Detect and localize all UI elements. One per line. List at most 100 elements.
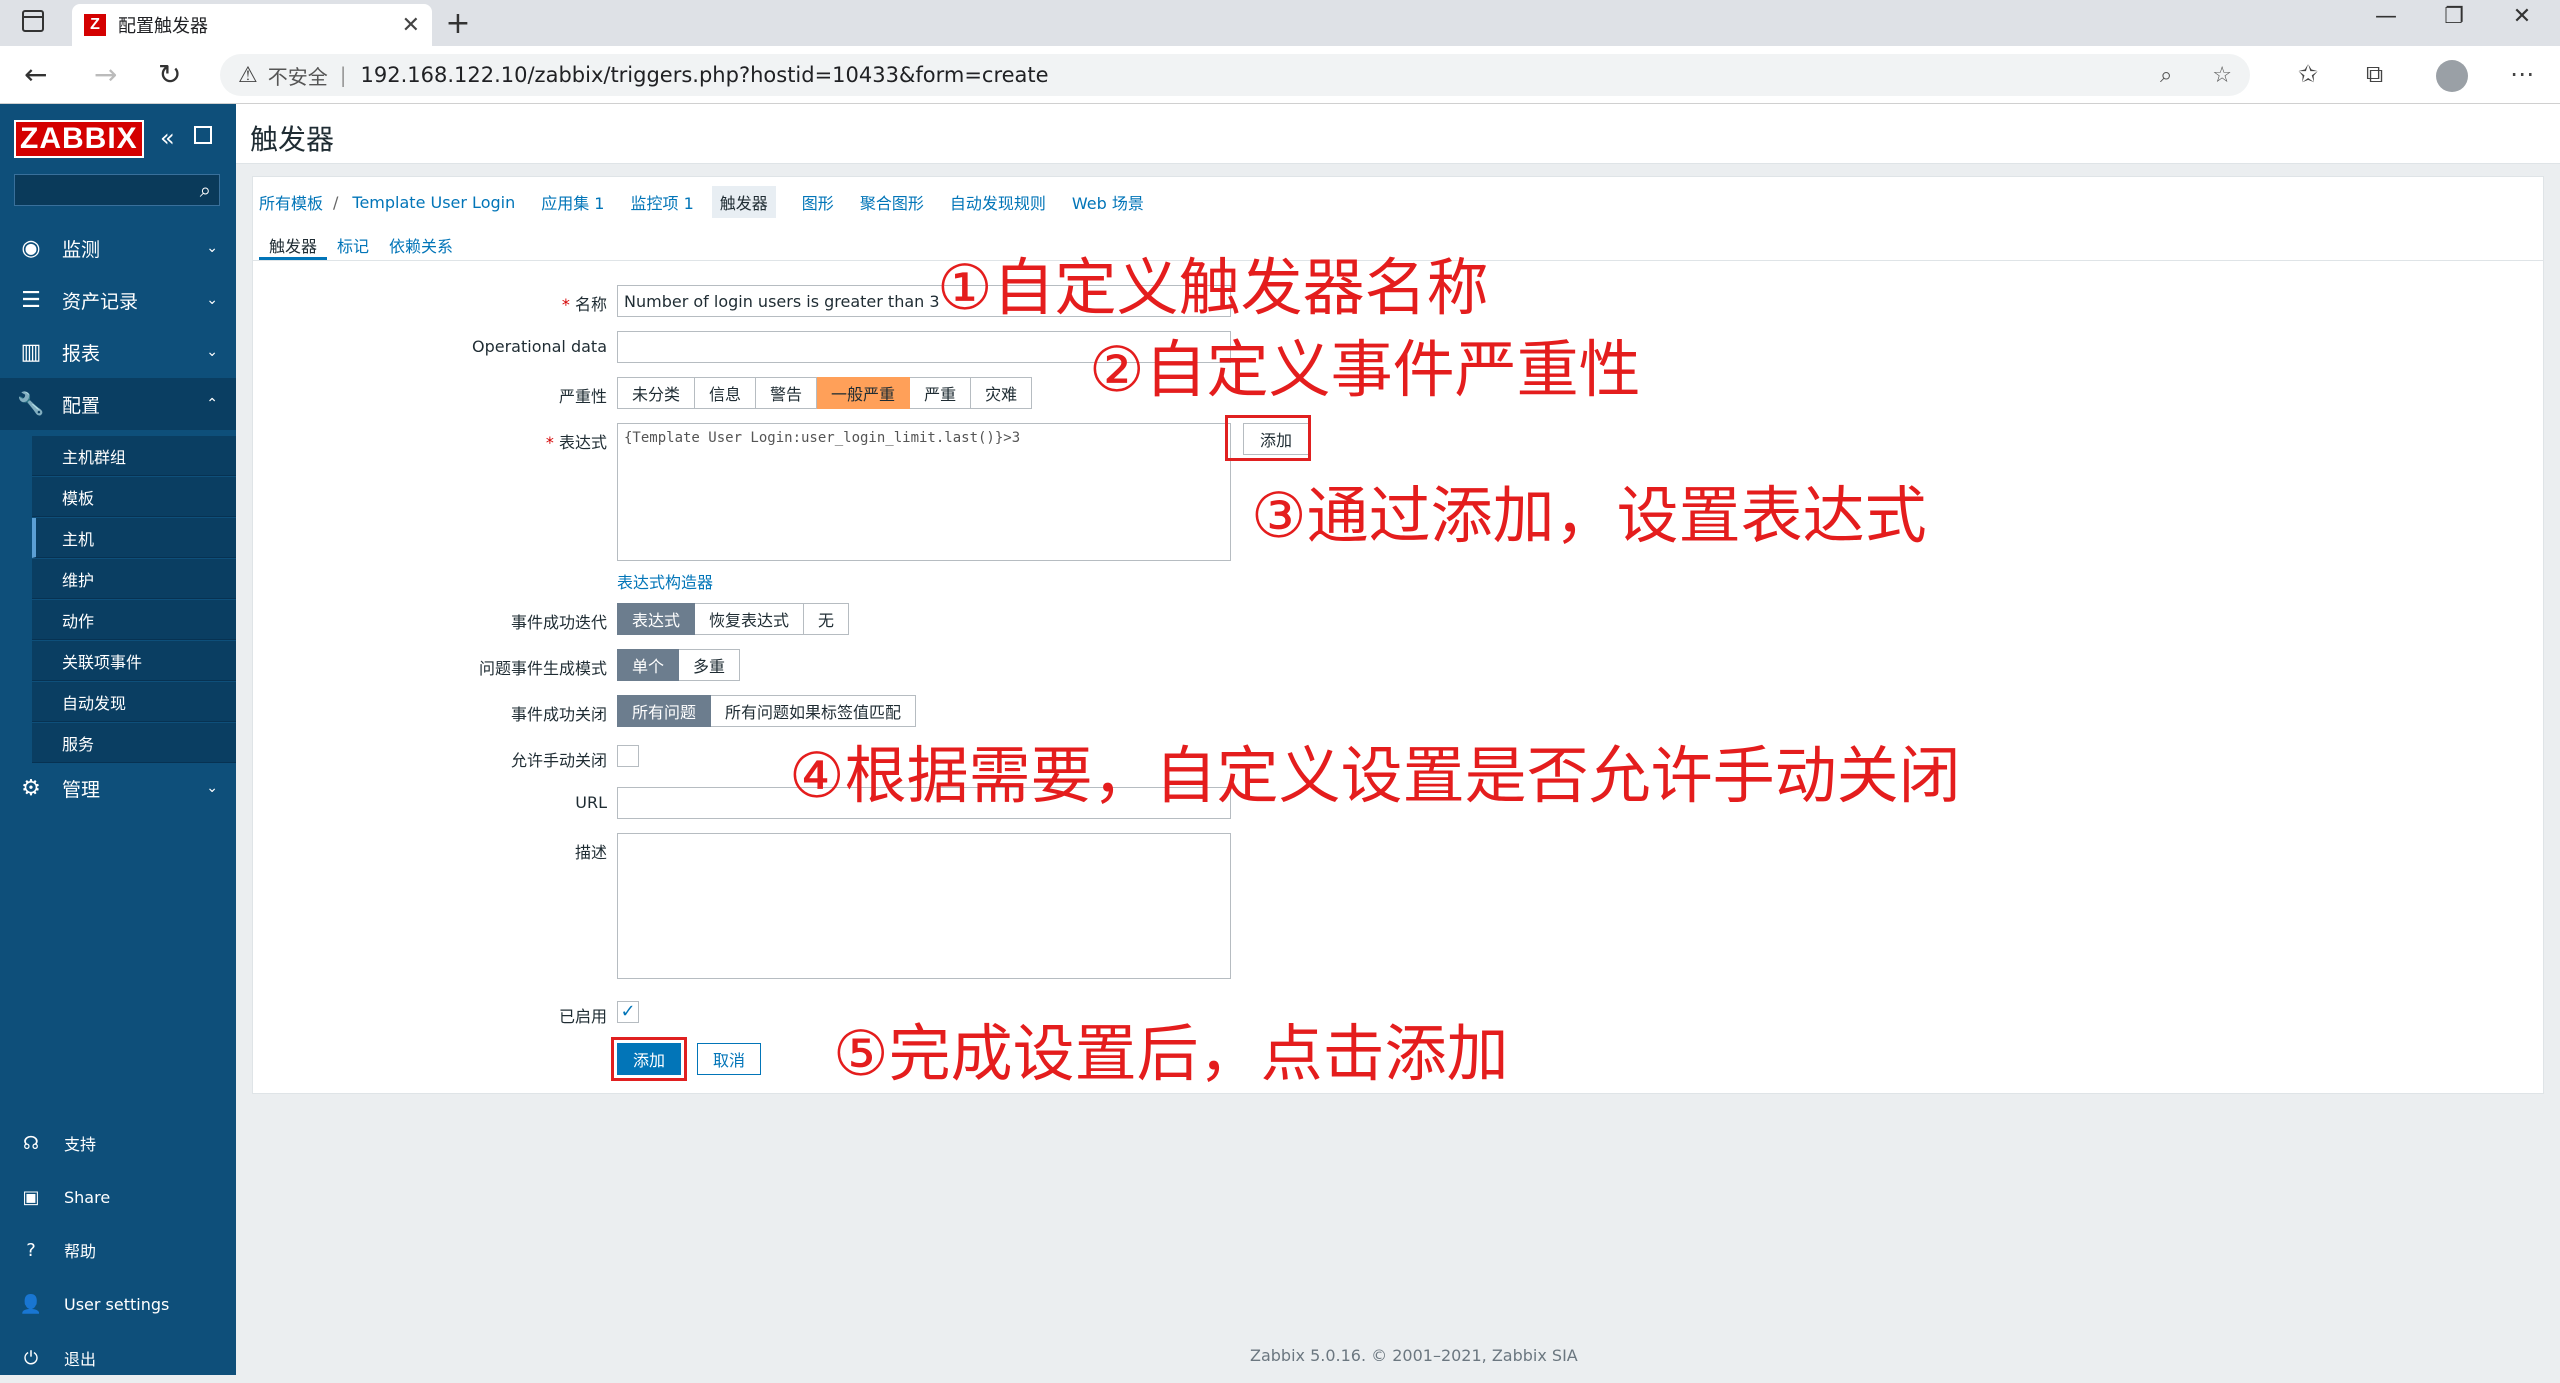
tab-dependencies[interactable]: 依赖关系 <box>379 225 463 260</box>
breadcrumb: 所有模板 / Template User Login 应用集 1 监控项 1 触… <box>259 186 1170 218</box>
window-close-icon[interactable]: ✕ <box>2492 4 2552 29</box>
problem-mode-label: 问题事件生成模式 <box>478 659 607 678</box>
expression-label: * 表达式 <box>545 433 607 452</box>
submenu-correlation[interactable]: 关联项事件 <box>32 641 236 681</box>
more-menu-icon[interactable]: ⋯ <box>2510 60 2534 88</box>
footer-user-settings[interactable]: 👤 User settings <box>0 1279 236 1329</box>
highlight-submit <box>611 1037 687 1081</box>
kiosk-mode-icon[interactable] <box>194 126 212 144</box>
chevron-down-icon: ⌄ <box>206 780 218 796</box>
cancel-button[interactable]: 取消 <box>697 1043 761 1075</box>
footer-label: 退出 <box>64 1350 97 1369</box>
enabled-checkbox[interactable]: ✓ <box>617 1001 639 1023</box>
breadcrumb-all-templates[interactable]: 所有模板 <box>259 190 323 214</box>
ok-gen-recovery-expression[interactable]: 恢复表达式 <box>695 603 805 635</box>
forward-icon[interactable]: → <box>94 58 117 91</box>
menu-inventory[interactable]: ☰ 资产记录 ⌄ <box>0 274 236 326</box>
profile-avatar[interactable] <box>2436 60 2468 92</box>
search-icon[interactable]: ⌕ <box>200 178 211 202</box>
chevron-down-icon: ⌄ <box>206 344 218 360</box>
ok-event-closes-label: 事件成功关闭 <box>510 705 607 724</box>
address-bar[interactable]: ⚠ 不安全 | 192.168.122.10/zabbix/triggers.p… <box>220 54 2250 96</box>
maximize-icon[interactable]: ❐ <box>2424 4 2484 29</box>
problem-mode-multiple[interactable]: 多重 <box>679 649 741 681</box>
description-textarea[interactable] <box>617 833 1231 979</box>
wrench-icon: 🔧 <box>17 391 45 417</box>
new-tab-icon[interactable]: + <box>440 6 476 41</box>
problem-mode-single[interactable]: 单个 <box>617 649 680 681</box>
url-text[interactable]: 192.168.122.10/zabbix/triggers.php?hosti… <box>360 63 2149 87</box>
menu-label: 管理 <box>62 778 101 801</box>
expression-builder-link[interactable]: 表达式构造器 <box>617 569 713 593</box>
footer-logout[interactable]: ⏻ 退出 <box>0 1333 236 1383</box>
zoom-icon[interactable]: ⌕ <box>2160 63 2172 88</box>
breadcrumb-graphs[interactable]: 图形 <box>802 190 834 214</box>
sidebar-search-input[interactable]: ⌕ <box>14 174 220 206</box>
zabbix-logo[interactable]: ZABBIX <box>14 120 144 158</box>
footer-label: User settings <box>64 1294 170 1314</box>
submenu-hosts[interactable]: 主机 <box>32 518 236 558</box>
footer-support[interactable]: ☊ 支持 <box>0 1118 236 1168</box>
favorites-icon[interactable]: ✩ <box>2298 60 2318 88</box>
breadcrumb-screens[interactable]: 聚合图形 <box>860 190 924 214</box>
collections-icon[interactable]: ⧉ <box>2366 60 2383 88</box>
breadcrumb-items[interactable]: 监控项 1 <box>631 190 694 214</box>
menu-label: 监测 <box>62 238 101 261</box>
tab-actions-icon[interactable] <box>22 10 44 32</box>
ok-event-closes-selector: 所有问题 所有问题如果标签值匹配 <box>617 695 917 727</box>
collapse-sidebar-icon[interactable]: « <box>160 124 175 152</box>
submenu-maintenance[interactable]: 维护 <box>32 559 236 599</box>
expression-textarea[interactable]: {Template User Login:user_login_limit.la… <box>617 423 1231 561</box>
menu-label: 资产记录 <box>62 290 139 313</box>
breadcrumb-discovery[interactable]: 自动发现规则 <box>950 190 1046 214</box>
breadcrumb-template[interactable]: Template User Login <box>352 193 515 212</box>
share-icon: ▣ <box>22 1186 40 1208</box>
eye-icon: ◉ <box>21 235 41 261</box>
severity-high[interactable]: 严重 <box>910 377 972 409</box>
footer-share[interactable]: ▣ Share <box>0 1172 236 1222</box>
menu-administration[interactable]: ⚙ 管理 ⌄ <box>0 762 236 814</box>
submenu-host-groups[interactable]: 主机群组 <box>32 436 236 476</box>
menu-monitoring[interactable]: ◉ 监测 ⌄ <box>0 222 236 274</box>
ok-gen-expression[interactable]: 表达式 <box>617 603 696 635</box>
manual-close-checkbox[interactable] <box>617 745 639 767</box>
menu-configuration[interactable]: 🔧 配置 ⌃ <box>0 378 236 430</box>
minimize-icon[interactable]: — <box>2356 4 2416 29</box>
submenu-services[interactable]: 服务 <box>32 723 236 763</box>
tab-trigger[interactable]: 触发器 <box>259 225 328 260</box>
name-label: * 名称 <box>561 295 607 314</box>
severity-disaster[interactable]: 灾难 <box>971 377 1033 409</box>
ok-gen-none[interactable]: 无 <box>804 603 850 635</box>
tab-close-icon[interactable]: ✕ <box>402 13 420 38</box>
severity-not-classified[interactable]: 未分类 <box>617 377 696 409</box>
breadcrumb-applications[interactable]: 应用集 1 <box>541 190 604 214</box>
footer-company-link[interactable]: Zabbix SIA <box>1492 1346 1578 1365</box>
user-icon: 👤 <box>19 1293 43 1315</box>
submenu-discovery[interactable]: 自动发现 <box>32 682 236 722</box>
tab-tags[interactable]: 标记 <box>327 225 379 260</box>
page-header: 触发器 <box>236 104 2560 164</box>
breadcrumb-web[interactable]: Web 场景 <box>1072 190 1144 214</box>
annotation-5: ⑤完成设置后，点击添加 <box>833 1017 1509 1090</box>
ok-close-all-problems[interactable]: 所有问题 <box>617 695 712 727</box>
browser-tab[interactable]: Z 配置触发器 ✕ <box>72 4 432 46</box>
submenu-templates[interactable]: 模板 <box>32 477 236 517</box>
footer-label: Share <box>64 1187 111 1207</box>
reload-icon[interactable]: ↻ <box>158 58 181 91</box>
operational-data-label: Operational data <box>472 337 607 356</box>
submenu-actions[interactable]: 动作 <box>32 600 236 640</box>
severity-average[interactable]: 一般严重 <box>817 377 911 409</box>
back-icon[interactable]: ← <box>24 58 47 91</box>
breadcrumb-separator: / <box>333 192 339 212</box>
footer-help[interactable]: ? 帮助 <box>0 1225 236 1275</box>
chevron-down-icon: ⌄ <box>206 240 218 256</box>
enabled-label: 已启用 <box>558 1007 607 1026</box>
breadcrumb-triggers[interactable]: 触发器 <box>711 186 776 218</box>
add-favorite-icon[interactable]: ☆ <box>2212 63 2232 88</box>
annotation-1: ①自定义触发器名称 <box>937 251 1489 324</box>
menu-reports[interactable]: ▥ 报表 ⌄ <box>0 326 236 378</box>
severity-information[interactable]: 信息 <box>695 377 757 409</box>
severity-warning[interactable]: 警告 <box>756 377 818 409</box>
ok-close-tag-match[interactable]: 所有问题如果标签值匹配 <box>711 695 917 727</box>
footer-copyright: Zabbix 5.0.16. © 2001–2021, <box>1250 1346 1487 1365</box>
